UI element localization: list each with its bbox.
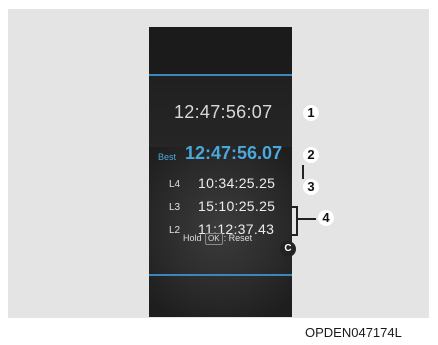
callout-marker: 4 (318, 210, 334, 226)
lap-list-bracket (291, 206, 298, 236)
reset-hint-prefix: Hold (183, 233, 202, 243)
top-divider (149, 74, 292, 76)
bottom-divider (149, 274, 292, 276)
current-lap-time: 12:47:56:07 (174, 102, 273, 122)
reset-hint: Hold OK: Reset (183, 233, 252, 245)
callout-leader-line (298, 218, 316, 220)
best-label: Best (158, 152, 177, 162)
ok-key-badge: OK (205, 233, 223, 245)
cluster-display: 12:47:56:07 Best 12:47:56.07 L4 10:34:25… (149, 27, 292, 317)
lap-label: L3 (169, 202, 181, 213)
callout-marker: 3 (303, 179, 319, 195)
lap-time: 15:10:25.25 (198, 198, 276, 214)
reset-hint-suffix: : Reset (223, 233, 253, 243)
lap-label: L2 (169, 225, 181, 236)
callout-leader-line (302, 165, 304, 179)
figure-code: OPDEN047174L (305, 325, 402, 340)
callout-marker: 1 (303, 105, 319, 121)
lap-label: L4 (169, 179, 181, 190)
callout-marker: 2 (303, 147, 319, 163)
lap-time: 10:34:25.25 (198, 175, 276, 191)
callout-marker: C (280, 241, 296, 257)
best-lap-time: 12:47:56.07 (185, 143, 283, 163)
